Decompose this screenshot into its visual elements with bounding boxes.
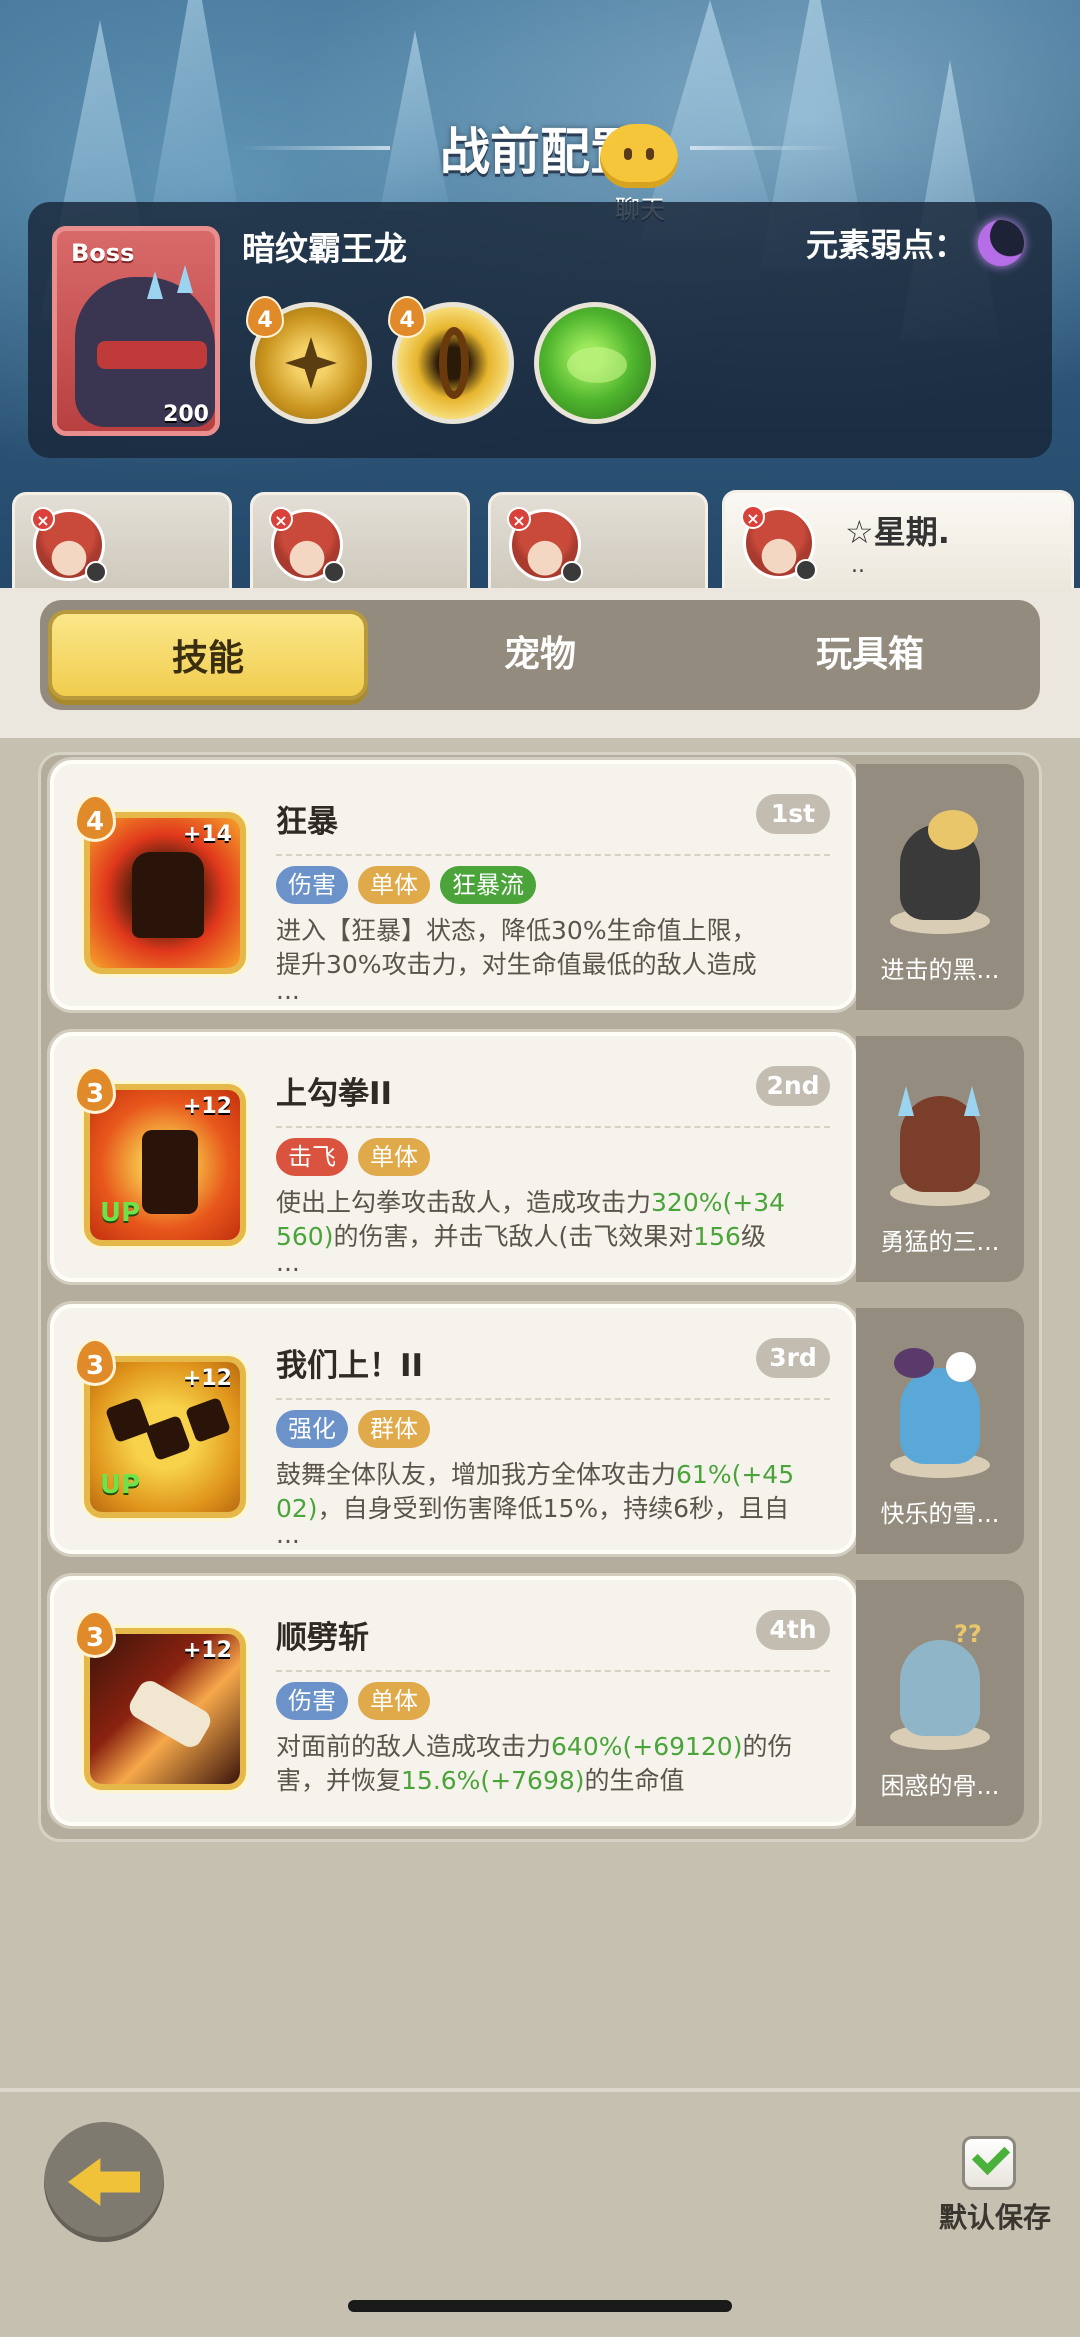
rank-pill: 2nd xyxy=(756,1066,830,1106)
pet-figure xyxy=(884,804,994,934)
skill-description: 使出上勾拳攻击敌人，造成攻击力320%(+34 560)的伤害，并击飞敌人(击飞… xyxy=(276,1188,785,1277)
skill-level-badge: 3 xyxy=(74,1338,116,1386)
skill-tags: 伤害 单体 狂暴流 xyxy=(276,866,536,904)
close-icon: × xyxy=(269,507,293,531)
tag-single: 单体 xyxy=(358,1682,430,1720)
tag-damage: 伤害 xyxy=(276,1682,348,1720)
lock-icon xyxy=(795,559,817,581)
pet-figure xyxy=(884,1348,994,1478)
tab-skills[interactable]: 技能 xyxy=(48,610,368,700)
gold-ring-icon xyxy=(439,327,469,399)
chat-button[interactable] xyxy=(590,124,688,200)
skill-card-2[interactable]: +12 UP 3 上勾拳II 2nd 击飞 单体 使出上勾拳攻击敌人，造成攻击力… xyxy=(50,1032,856,1282)
back-arrow-icon xyxy=(68,2158,140,2206)
pet-name: 勇猛的三... xyxy=(880,1228,1000,1256)
skill-tags: 击飞 单体 xyxy=(276,1138,430,1176)
star-burst-icon xyxy=(285,337,337,389)
chat-icon xyxy=(600,124,678,188)
tag-single: 单体 xyxy=(358,1138,430,1176)
pet-name: 困惑的骨... xyxy=(880,1772,1000,1800)
skill-description: 鼓舞全体队友，增加我方全体攻击力61%(+45 02)，自身受到伤害降低15%，… xyxy=(276,1460,795,1549)
close-icon: × xyxy=(507,507,531,531)
pet-figure xyxy=(884,1076,994,1206)
boss-level: 200 xyxy=(163,402,209,427)
team-slot-label: ☆星期. xyxy=(845,513,950,551)
team-slot-1[interactable]: × xyxy=(12,492,232,588)
pet-name: 进击的黑... xyxy=(880,956,1000,984)
tag-damage: 伤害 xyxy=(276,866,348,904)
lock-icon xyxy=(561,561,583,583)
skill-card-1[interactable]: +14 4 狂暴 1st 伤害 单体 狂暴流 进入【狂暴】状态，降低30%生命值… xyxy=(50,760,856,1010)
team-slot-2[interactable]: × xyxy=(250,492,470,588)
skill-level-badge: 4 xyxy=(74,794,116,842)
home-indicator[interactable] xyxy=(348,2300,732,2312)
tag-rage-build: 狂暴流 xyxy=(440,866,536,904)
boss-tag: Boss xyxy=(71,239,135,267)
rank-pill: 3rd xyxy=(756,1338,830,1378)
skill-level-badge: 3 xyxy=(74,1066,116,1114)
tab-pets[interactable]: 宠物 xyxy=(380,610,700,700)
skill-tags: 强化 群体 xyxy=(276,1410,430,1448)
skill-tags: 伤害 单体 xyxy=(276,1682,430,1720)
checkmark-icon xyxy=(971,2136,1011,2176)
rank-pill: 4th xyxy=(756,1610,830,1650)
close-icon: × xyxy=(31,507,55,531)
boss-portrait[interactable]: Boss 200 xyxy=(52,226,220,436)
team-slot-sub: .. xyxy=(851,553,865,578)
skill-name: 顺劈斩 xyxy=(276,1620,369,1656)
close-icon: × xyxy=(741,505,765,529)
default-save-checkbox[interactable] xyxy=(962,2136,1016,2190)
tag-buff: 强化 xyxy=(276,1410,348,1448)
team-slot-3[interactable]: × xyxy=(488,492,708,588)
skill-name: 我们上！II xyxy=(276,1348,424,1384)
skill-card-4[interactable]: +12 3 顺劈斩 4th 伤害 单体 对面前的敌人造成攻击力640%(+691… xyxy=(50,1576,856,1826)
tag-knockup: 击飞 xyxy=(276,1138,348,1176)
boss-skill-1-level: 4 xyxy=(246,296,284,338)
back-button[interactable] xyxy=(44,2122,164,2242)
boss-skill-2-level: 4 xyxy=(388,296,426,338)
boss-name: 暗纹霸王龙 xyxy=(242,229,407,268)
tag-group: 群体 xyxy=(358,1410,430,1448)
pet-slot-3[interactable]: 快乐的雪... xyxy=(856,1308,1024,1554)
skill-description: 对面前的敌人造成攻击力640%(+69120)的伤 害，并恢复15.6%(+76… xyxy=(276,1732,793,1795)
boss-skill-3[interactable] xyxy=(534,302,656,424)
skill-level-badge: 3 xyxy=(74,1610,116,1658)
skill-name: 上勾拳II xyxy=(276,1076,393,1112)
green-slime-icon xyxy=(567,347,627,383)
pet-slot-2[interactable]: 勇猛的三... xyxy=(856,1036,1024,1282)
default-save-label[interactable]: 默认保存 xyxy=(930,2196,1060,2236)
pet-slot-1[interactable]: 进击的黑... xyxy=(856,764,1024,1010)
lock-icon xyxy=(85,561,107,583)
config-tabs: 技能 宠物 玩具箱 xyxy=(40,600,1040,710)
skill-description: 进入【狂暴】状态，降低30%生命值上限， 提升30%攻击力，对生命值最低的敌人造… xyxy=(276,916,757,1005)
element-weakness-label: 元素弱点： xyxy=(805,226,966,264)
tag-single: 单体 xyxy=(358,866,430,904)
pet-name: 快乐的雪... xyxy=(880,1500,1000,1528)
skill-card-3[interactable]: +12 UP 3 我们上！II 3rd 强化 群体 鼓舞全体队友，增加我方全体攻… xyxy=(50,1304,856,1554)
tab-toybox[interactable]: 玩具箱 xyxy=(710,610,1030,700)
rank-pill: 1st xyxy=(756,794,830,834)
skill-name: 狂暴 xyxy=(276,804,338,840)
lock-icon xyxy=(323,561,345,583)
boss-info-panel: Boss 200 暗纹霸王龙 元素弱点： 4 4 xyxy=(28,202,1052,458)
pet-slot-4[interactable]: ?? 困惑的骨... xyxy=(856,1580,1024,1826)
moon-icon[interactable] xyxy=(978,220,1024,266)
team-slot-4-active[interactable]: × ☆星期. .. xyxy=(722,490,1074,590)
page-title: 战前配置 xyxy=(440,123,640,181)
pet-figure: ?? xyxy=(884,1620,994,1750)
